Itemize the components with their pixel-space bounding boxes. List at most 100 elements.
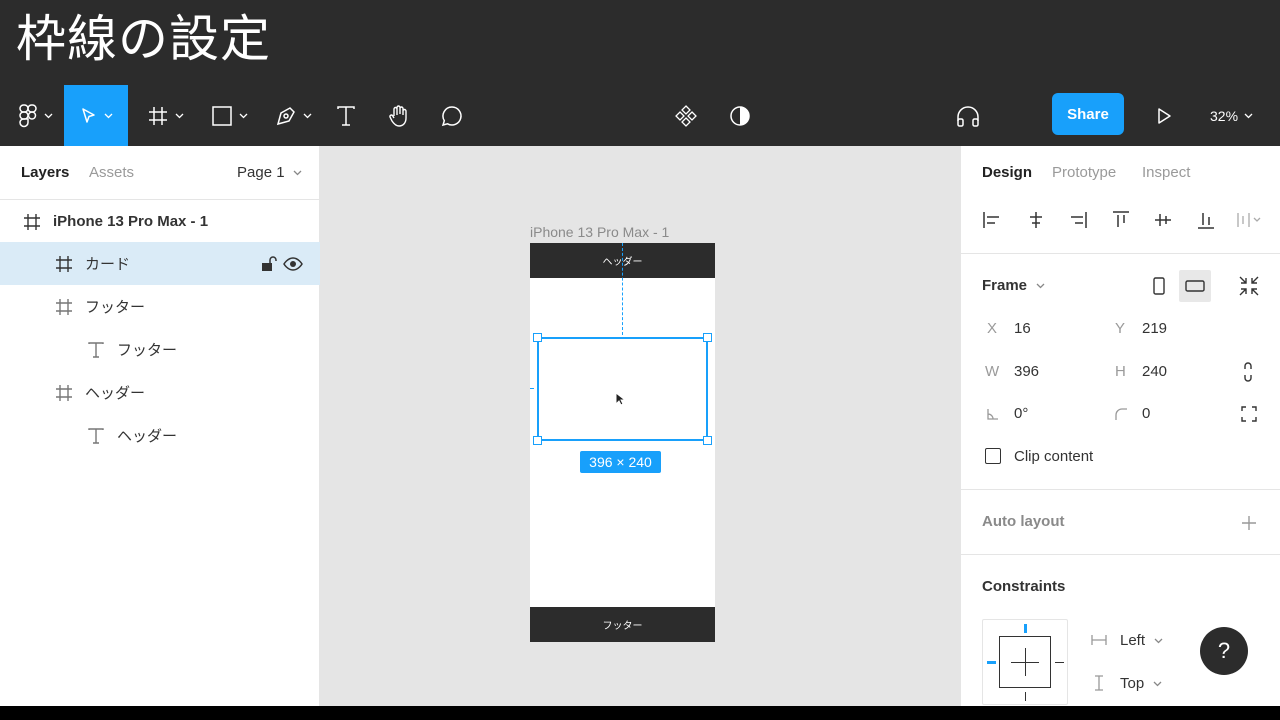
vertical-constraint-icon bbox=[1095, 675, 1103, 691]
tab-assets[interactable]: Assets bbox=[89, 164, 134, 181]
pen-icon bbox=[276, 106, 295, 125]
share-button[interactable]: Share bbox=[1052, 93, 1124, 135]
text-icon bbox=[88, 341, 104, 358]
w-input[interactable]: 396 bbox=[1014, 363, 1039, 380]
audio-button[interactable] bbox=[954, 85, 982, 146]
frame-tool-button[interactable] bbox=[142, 85, 188, 146]
layer-header-frame[interactable]: ヘッダー bbox=[0, 371, 320, 414]
chevron-down-icon bbox=[1154, 638, 1163, 644]
landscape-toggle[interactable] bbox=[1179, 270, 1211, 302]
hand-tool-button[interactable] bbox=[384, 85, 414, 146]
constraint-bottom[interactable] bbox=[1025, 692, 1026, 701]
divider bbox=[961, 253, 1280, 254]
plus-icon[interactable] bbox=[1241, 515, 1257, 531]
chevron-down-icon bbox=[239, 113, 247, 118]
layer-card[interactable]: カード bbox=[0, 242, 320, 285]
tab-layers[interactable]: Layers bbox=[21, 164, 69, 181]
resize-to-fit-icon[interactable] bbox=[1238, 275, 1260, 297]
layer-footer-frame[interactable]: フッター bbox=[0, 285, 320, 328]
comment-tool-button[interactable] bbox=[438, 85, 466, 146]
component-icon bbox=[675, 104, 697, 127]
align-top-icon[interactable] bbox=[1109, 208, 1133, 232]
layer-label: フッター bbox=[117, 342, 178, 359]
horizontal-constraint-icon bbox=[1091, 635, 1107, 645]
chevron-down-icon bbox=[44, 113, 52, 118]
chevron-down-icon bbox=[293, 170, 302, 176]
text-tool-button[interactable] bbox=[332, 85, 360, 146]
constrain-proportions-icon[interactable] bbox=[1242, 360, 1254, 384]
components-button[interactable] bbox=[672, 85, 700, 146]
page-title: 枠線の設定 bbox=[16, 10, 271, 68]
eye-icon[interactable] bbox=[283, 254, 303, 274]
align-right-icon[interactable] bbox=[1066, 208, 1090, 232]
main-menu-button[interactable] bbox=[12, 85, 58, 146]
tab-prototype[interactable]: Prototype bbox=[1052, 164, 1116, 181]
resize-handle-bottom-right[interactable] bbox=[703, 436, 712, 445]
page-selector[interactable]: Page 1 bbox=[237, 164, 302, 181]
selected-card[interactable] bbox=[537, 337, 708, 441]
zoom-dropdown[interactable]: 32% bbox=[1210, 85, 1253, 146]
chevron-down-icon bbox=[104, 113, 112, 118]
contrast-icon bbox=[730, 105, 750, 126]
x-input[interactable]: 16 bbox=[1014, 320, 1031, 337]
shape-tool-button[interactable] bbox=[206, 85, 252, 146]
constraint-right[interactable] bbox=[1055, 662, 1064, 663]
resize-handle-top-left[interactable] bbox=[533, 333, 542, 342]
rotation-input[interactable]: 0° bbox=[1014, 405, 1028, 422]
distribute-icon[interactable] bbox=[1235, 208, 1267, 232]
vertical-constraint-value: Top bbox=[1120, 675, 1145, 692]
constraint-widget[interactable] bbox=[982, 619, 1068, 705]
layers-panel: Layers Assets Page 1 iPhone 13 Pro Max -… bbox=[0, 146, 320, 706]
comment-icon bbox=[441, 105, 462, 126]
h-input[interactable]: 240 bbox=[1142, 363, 1167, 380]
constraint-top-active[interactable] bbox=[1024, 624, 1027, 633]
alignment-toolbar bbox=[961, 208, 1280, 238]
canvas[interactable]: iPhone 13 Pro Max - 1 ヘッダー フッター 396 × 24… bbox=[320, 146, 960, 706]
text-icon bbox=[337, 105, 355, 126]
y-input[interactable]: 219 bbox=[1142, 320, 1167, 337]
align-left-icon[interactable] bbox=[980, 208, 1004, 232]
layer-header-text[interactable]: ヘッダー bbox=[0, 414, 320, 457]
chevron-down-icon bbox=[1036, 283, 1045, 289]
cursor-icon bbox=[615, 392, 627, 406]
radius-input[interactable]: 0 bbox=[1142, 405, 1150, 422]
layer-iphone-frame[interactable]: iPhone 13 Pro Max - 1 bbox=[0, 200, 320, 243]
move-tool-button[interactable] bbox=[64, 85, 128, 146]
pen-tool-button[interactable] bbox=[270, 85, 316, 146]
title-bar: 枠線の設定 bbox=[0, 0, 1280, 85]
bottom-bar bbox=[0, 706, 1280, 720]
figma-logo-icon bbox=[18, 103, 37, 127]
align-horizontal-center-icon[interactable] bbox=[1024, 208, 1048, 232]
help-button[interactable]: ? bbox=[1200, 627, 1248, 675]
rotation-icon bbox=[987, 409, 998, 420]
theme-toggle-button[interactable] bbox=[726, 85, 754, 146]
independent-corners-icon[interactable] bbox=[1241, 406, 1257, 422]
divider bbox=[961, 554, 1280, 555]
unlock-icon[interactable] bbox=[259, 254, 279, 274]
y-label: Y bbox=[1115, 320, 1126, 337]
tab-design[interactable]: Design bbox=[982, 164, 1032, 181]
clip-content-checkbox[interactable] bbox=[985, 448, 1001, 464]
align-vertical-center-icon[interactable] bbox=[1151, 208, 1175, 232]
frame-icon bbox=[56, 298, 72, 315]
divider bbox=[961, 489, 1280, 490]
resize-handle-top-right[interactable] bbox=[703, 333, 712, 342]
horizontal-constraint-dropdown[interactable]: Left bbox=[1120, 632, 1163, 649]
horizontal-constraint-value: Left bbox=[1120, 632, 1146, 649]
corner-radius-icon bbox=[1115, 408, 1127, 420]
portrait-icon[interactable] bbox=[1153, 277, 1165, 295]
align-bottom-icon[interactable] bbox=[1194, 208, 1218, 232]
resize-handle-bottom-left[interactable] bbox=[533, 436, 542, 445]
present-button[interactable] bbox=[1152, 85, 1176, 146]
frame-label[interactable]: iPhone 13 Pro Max - 1 bbox=[530, 224, 669, 240]
frame-icon bbox=[56, 255, 72, 272]
tab-inspect[interactable]: Inspect bbox=[1142, 164, 1190, 181]
constraint-left-active[interactable] bbox=[987, 661, 996, 664]
frame-footer[interactable]: フッター bbox=[530, 607, 715, 642]
frame-section-title[interactable]: Frame bbox=[982, 277, 1045, 294]
vertical-constraint-dropdown[interactable]: Top bbox=[1120, 675, 1162, 692]
toolbar: Share 32% bbox=[0, 85, 1280, 146]
pointer-icon bbox=[81, 107, 95, 123]
design-panel: Design Prototype Inspect Frame X 16 Y 21… bbox=[960, 146, 1280, 706]
layer-footer-text[interactable]: フッター bbox=[0, 328, 320, 371]
